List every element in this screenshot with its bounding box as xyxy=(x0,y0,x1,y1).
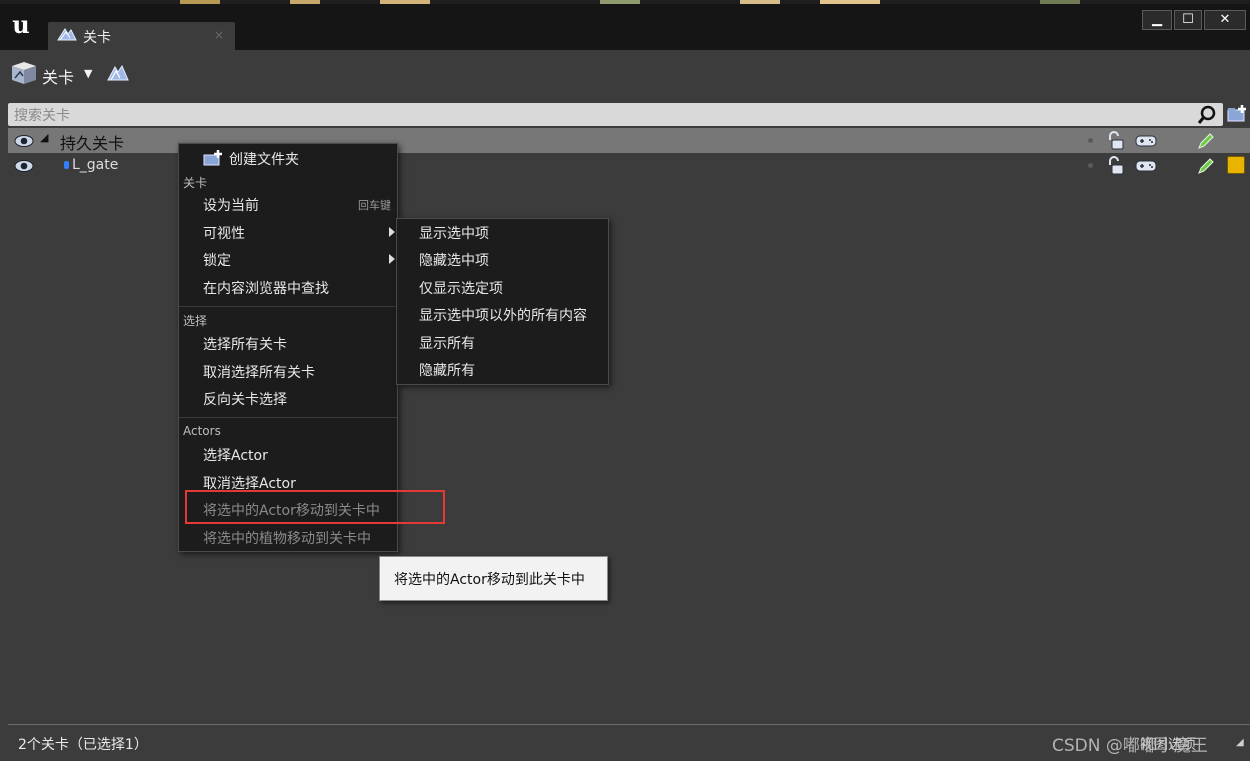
expand-triangle-icon[interactable]: ◢ xyxy=(40,131,48,144)
lock-icon[interactable] xyxy=(1106,131,1126,155)
chevron-down-icon[interactable]: ◢ xyxy=(1236,737,1244,748)
highlight-annotation-box xyxy=(185,490,445,524)
menu-item-deselect-all-levels[interactable]: 取消选择所有关卡 xyxy=(179,358,397,384)
menu-separator xyxy=(179,306,397,307)
folder-add-icon xyxy=(203,150,223,170)
submenu-item-show-all[interactable]: 显示所有 xyxy=(419,333,475,353)
menu-item-visibility[interactable]: 可视性 xyxy=(179,219,397,245)
status-dot-icon xyxy=(1088,163,1093,168)
search-icon[interactable] xyxy=(1197,105,1217,129)
menu-item-create-folder[interactable]: 创建文件夹 xyxy=(179,145,397,171)
menu-section-actors: Actors xyxy=(183,424,221,438)
menu-item-select-all-levels[interactable]: 选择所有关卡 xyxy=(179,330,397,356)
eye-icon[interactable] xyxy=(14,158,34,177)
menu-item-select-actors[interactable]: 选择Actor xyxy=(179,441,397,467)
level-details-button[interactable] xyxy=(106,62,130,88)
menu-item-invert-level-selection[interactable]: 反向关卡选择 xyxy=(179,385,397,411)
chevron-down-icon: ▼ xyxy=(84,67,93,80)
menu-separator xyxy=(179,417,397,418)
tooltip: 将选中的Actor移动到此关卡中 xyxy=(379,556,608,601)
menu-section-levels: 关卡 xyxy=(183,176,208,190)
menu-item-find-in-content-browser[interactable]: 在内容浏览器中查找 xyxy=(179,274,397,300)
visibility-submenu: 显示选中项 隐藏选中项 仅显示选定项 显示选中项以外的所有内容 显示所有 隐藏所… xyxy=(396,218,609,385)
close-window-button[interactable]: ✕ xyxy=(1204,10,1246,30)
maximize-button[interactable]: ☐ xyxy=(1174,10,1202,30)
menu-section-select: 选择 xyxy=(183,314,208,328)
gamepad-icon[interactable] xyxy=(1135,158,1157,177)
search-box xyxy=(8,103,1223,126)
shortcut-label: 回车键 xyxy=(358,199,391,212)
levels-dropdown-label: 关卡 xyxy=(42,68,75,87)
level-color-swatch[interactable] xyxy=(1227,156,1245,174)
status-summary: 2个关卡（已选择1） xyxy=(18,737,148,753)
gamepad-icon[interactable] xyxy=(1135,133,1157,152)
pencil-icon[interactable] xyxy=(1196,156,1216,180)
levels-menu-icon xyxy=(10,60,40,92)
unreal-logo-icon: u xyxy=(12,10,30,39)
minimize-button[interactable]: ▁ xyxy=(1142,10,1172,30)
levels-tab-icon xyxy=(56,26,78,48)
level-name: L_gate xyxy=(72,157,119,173)
submenu-item-show-selected[interactable]: 显示选中项 xyxy=(419,223,489,243)
level-name: 持久关卡 xyxy=(60,134,125,153)
search-input[interactable] xyxy=(8,103,1194,126)
status-divider xyxy=(8,724,1250,725)
lock-icon[interactable] xyxy=(1106,156,1126,180)
pencil-icon[interactable] xyxy=(1196,131,1216,155)
submenu-arrow-icon xyxy=(389,254,395,264)
submenu-arrow-icon xyxy=(389,227,395,237)
menu-item-move-foliage-to-level[interactable]: 将选中的植物移动到关卡中 xyxy=(179,524,397,550)
status-dot-icon xyxy=(1088,138,1093,143)
level-type-dot-icon xyxy=(64,161,69,169)
submenu-item-show-all-except-selected[interactable]: 显示选中项以外的所有内容 xyxy=(419,305,587,325)
tab-label: 关卡 xyxy=(83,30,111,46)
submenu-item-hide-all[interactable]: 隐藏所有 xyxy=(419,360,475,380)
watermark: CSDN @嘟嘟小魔王 xyxy=(1052,736,1208,756)
tab-levels[interactable]: 关卡 × xyxy=(48,22,235,50)
add-folder-button[interactable] xyxy=(1226,104,1248,128)
tooltip-text: 将选中的Actor移动到此关卡中 xyxy=(394,572,585,588)
menu-item-set-current[interactable]: 设为当前 回车键 xyxy=(179,191,397,217)
tab-close-icon[interactable]: × xyxy=(214,28,224,42)
submenu-item-hide-selected[interactable]: 隐藏选中项 xyxy=(419,250,489,270)
submenu-item-show-only-selected[interactable]: 仅显示选定项 xyxy=(419,278,503,298)
eye-icon[interactable] xyxy=(14,133,34,152)
menu-item-lock[interactable]: 锁定 xyxy=(179,246,397,272)
